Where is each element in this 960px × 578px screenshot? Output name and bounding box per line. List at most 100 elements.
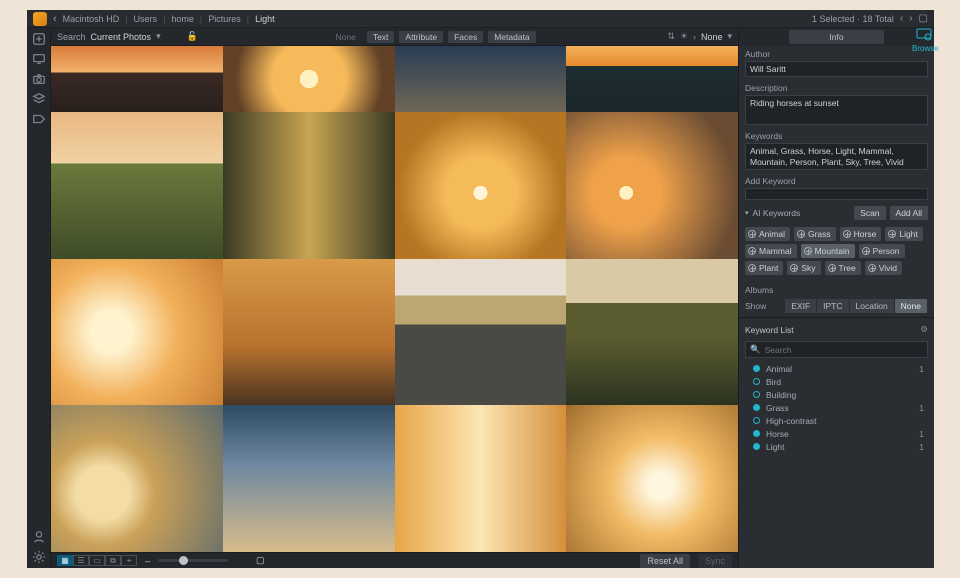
filter-chip-none[interactable]: None: [329, 31, 361, 43]
search-scope[interactable]: Current Photos: [91, 32, 152, 42]
album-seg-none[interactable]: None: [895, 299, 928, 313]
camera-icon[interactable]: [32, 72, 46, 86]
thumbnail-pier-sunset[interactable]: [566, 46, 738, 112]
thumbnail-clouds-break[interactable]: [223, 405, 395, 552]
ai-tag-mammal[interactable]: Mammal: [745, 244, 797, 258]
monitor-icon[interactable]: [32, 52, 46, 66]
album-seg-iptc[interactable]: IPTC: [817, 299, 849, 313]
description-label: Description: [745, 83, 928, 93]
ai-tag-horse[interactable]: Horse: [840, 227, 882, 241]
ai-tag-vivid[interactable]: Vivid: [865, 261, 902, 275]
app-logo: [33, 12, 47, 26]
filter-bar: Search Current Photos ▾ 🔓 None Text Attr…: [51, 28, 738, 46]
thumbnail-vineyard-dawn[interactable]: [51, 112, 223, 259]
auto-enhance-icon[interactable]: ☀: [680, 31, 688, 42]
lock-open-icon[interactable]: 🔓: [187, 31, 198, 42]
filter-chip-text[interactable]: Text: [367, 31, 395, 43]
album-seg-location[interactable]: Location: [850, 299, 895, 313]
thumbnail-blonde-field[interactable]: [566, 405, 738, 552]
thumbnail-lensball-sunset[interactable]: [51, 405, 223, 552]
sync-button[interactable]: Sync: [698, 554, 732, 568]
albums-row: Albums: [739, 283, 934, 297]
keywords-field[interactable]: Animal, Grass, Horse, Light, Mammal, Mou…: [745, 143, 928, 170]
description-field[interactable]: Riding horses at sunset: [745, 95, 928, 125]
ai-tag-light[interactable]: Light: [885, 227, 922, 241]
user-icon[interactable]: [32, 530, 46, 544]
sort-value[interactable]: None: [701, 32, 723, 42]
keyword-row-building[interactable]: Building: [739, 388, 934, 401]
breadcrumb-seg-1[interactable]: Users: [134, 14, 158, 24]
thumbnail-branches-glow[interactable]: [566, 112, 738, 259]
nav-back-chevron[interactable]: ‹: [53, 13, 57, 25]
author-field[interactable]: Will Saritt: [745, 61, 928, 77]
sort-icon[interactable]: ⇅: [667, 31, 675, 42]
ai-tag-tree[interactable]: Tree: [825, 261, 861, 275]
ai-tag-person[interactable]: Person: [859, 244, 905, 258]
thumbnail-size-slider[interactable]: [158, 559, 228, 562]
prev-item-chevron[interactable]: ‹: [900, 13, 903, 24]
add-all-button[interactable]: Add All: [890, 206, 928, 220]
ai-tag-plant[interactable]: Plant: [745, 261, 783, 275]
thumbnail-man-silhouette[interactable]: [395, 405, 567, 552]
thumbnail-savanna-trees[interactable]: [566, 259, 738, 406]
ai-tag-mountain[interactable]: Mountain: [801, 244, 855, 258]
filter-chip-faces[interactable]: Faces: [448, 31, 483, 43]
thumbnail-mountain-haze[interactable]: [395, 259, 567, 406]
disclosure-caret-icon[interactable]: ▾: [745, 209, 749, 217]
scan-button[interactable]: Scan: [854, 206, 885, 220]
thumbnail-woman-backlit[interactable]: [51, 259, 223, 406]
add-tag-icon: [862, 247, 870, 255]
keyword-row-horse[interactable]: Horse1: [739, 427, 934, 440]
add-tag-icon: [748, 230, 756, 238]
thumbnail-sun-closeup[interactable]: [223, 46, 395, 112]
view-compare-icon[interactable]: ⧉: [105, 555, 121, 566]
ai-tag-grass[interactable]: Grass: [794, 227, 836, 241]
sort-dir-icon[interactable]: ›: [693, 32, 696, 42]
keyword-row-animal[interactable]: Animal1: [739, 362, 934, 375]
author-label: Author: [745, 49, 928, 59]
breadcrumb-seg-4[interactable]: Light: [255, 14, 275, 24]
thumbnail-city-sunset[interactable]: [51, 46, 223, 112]
ai-tag-label: Tree: [839, 263, 856, 273]
settings-icon[interactable]: [32, 550, 46, 564]
stack-icon[interactable]: [32, 92, 46, 106]
keyword-search-input[interactable]: [765, 345, 923, 355]
thumbnail-golden-grass[interactable]: [223, 259, 395, 406]
filter-chip-metadata[interactable]: Metadata: [488, 31, 535, 43]
folder-up-icon[interactable]: ▢: [919, 13, 928, 24]
import-icon[interactable]: [32, 32, 46, 46]
zoom-out-icon[interactable]: –: [145, 556, 150, 566]
view-list-icon[interactable]: ☰: [73, 555, 89, 566]
keyword-row-high-contrast[interactable]: High-contrast: [739, 414, 934, 427]
album-segment-control: EXIFIPTCLocationNone: [785, 299, 928, 313]
zoom-in-icon[interactable]: ▢: [256, 555, 265, 566]
add-tag-icon: [804, 247, 812, 255]
view-single-icon[interactable]: ▭: [89, 555, 105, 566]
thumbnail-horseback-sunset[interactable]: [395, 112, 567, 259]
breadcrumb-seg-2[interactable]: home: [171, 14, 194, 24]
filter-chip-attribute[interactable]: Attribute: [399, 31, 443, 43]
ai-keywords-header[interactable]: ▾ AI Keywords Scan Add All: [739, 203, 934, 223]
view-grid-icon[interactable]: ▦: [57, 555, 73, 566]
browse-mode-icon[interactable]: Browse: [912, 28, 936, 58]
keyword-row-grass[interactable]: Grass1: [739, 401, 934, 414]
ai-keyword-tags: Animal Grass HorseLight Mammal Mountain Perso…: [739, 223, 934, 283]
keyword-search-box[interactable]: 🔍: [745, 341, 928, 358]
reset-all-button[interactable]: Reset All: [640, 554, 690, 568]
add-keyword-field[interactable]: [745, 188, 928, 200]
view-map-icon[interactable]: ⌖: [121, 555, 137, 566]
breadcrumb-seg-0[interactable]: Macintosh HD: [63, 14, 120, 24]
label-icon[interactable]: [32, 112, 46, 126]
thumbnail-forest-rays[interactable]: [223, 112, 395, 259]
keyword-row-light[interactable]: Light1: [739, 440, 934, 453]
next-item-chevron[interactable]: ›: [909, 13, 912, 24]
scope-dropdown-icon[interactable]: ▾: [156, 31, 161, 42]
keyword-row-bird[interactable]: Bird: [739, 375, 934, 388]
thumbnail-dusky-lake[interactable]: [395, 46, 567, 112]
keyword-list-gear-icon[interactable]: ⚙: [920, 324, 928, 335]
album-seg-exif[interactable]: EXIF: [785, 299, 817, 313]
breadcrumb-seg-3[interactable]: Pictures: [208, 14, 241, 24]
sort-dropdown-icon[interactable]: ▾: [727, 31, 732, 42]
ai-tag-animal[interactable]: Animal: [745, 227, 790, 241]
ai-tag-sky[interactable]: Sky: [787, 261, 820, 275]
